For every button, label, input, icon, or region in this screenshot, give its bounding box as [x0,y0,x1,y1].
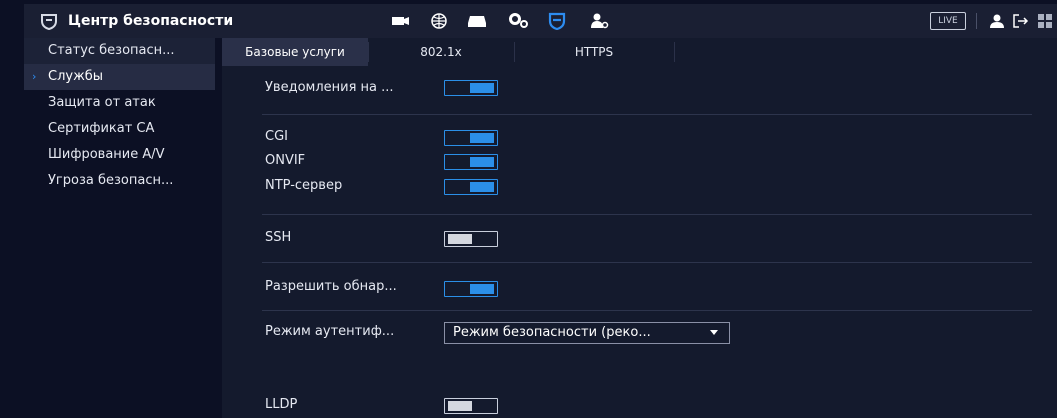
camera-icon[interactable] [390,12,412,30]
sidebar-item-label: Защита от атак [48,95,156,110]
cgi-label: CGI [265,129,288,144]
divider [976,13,977,29]
sidebar-item-label: Угроза безопасн... [48,173,174,188]
auth-mode-value: Режим безопасности (реко... [453,325,651,340]
lldp-label: LLDP [265,397,298,412]
chevron-down-icon [707,327,721,339]
chevron-right-icon: › [32,70,37,83]
lldp-toggle[interactable] [444,398,498,414]
onvif-label: ONVIF [265,153,306,168]
sidebar: Статус безопасн... › Службы Защита от ат… [24,38,215,418]
tab-bar: Базовые услуги 802.1x HTTPS [222,38,1057,66]
onvif-toggle[interactable] [444,154,498,170]
tab-https[interactable]: HTTPS [514,38,674,66]
sidebar-item-attack-protection[interactable]: Защита от атак [24,90,215,116]
account-icon[interactable] [588,12,610,30]
grid-icon[interactable] [1034,12,1056,30]
page-title: Центр безопасности [68,13,234,29]
notifications-label: Уведомления на ... [265,80,394,95]
auth-mode-label: Режим аутентиф... [265,324,395,339]
toggle-knob [470,157,494,167]
basic-services-form: Уведомления на ... CGI ONVIF NTP-сервер … [222,66,1057,418]
title-area: Центр безопасности [40,4,233,38]
tab-divider [674,42,675,62]
top-bar: Центр безопасности LIVE [24,4,1057,38]
sidebar-item-av-encryption[interactable]: Шифрование A/V [24,142,215,168]
sidebar-item-services[interactable]: › Службы [24,64,215,90]
cgi-toggle[interactable] [444,130,498,146]
sidebar-item-ca-certificate[interactable]: Сертификат CA [24,116,215,142]
sidebar-item-label: Шифрование A/V [48,147,165,162]
security-center-window: Центр безопасности LIVE Статус безопасн.… [0,0,1057,418]
discovery-label: Разрешить обнар... [265,279,397,294]
ntp-server-toggle[interactable] [444,179,498,195]
toggle-knob [470,83,494,93]
user-icon[interactable] [986,12,1008,30]
toggle-knob [448,401,472,411]
tab-8021x[interactable]: 802.1x [368,38,514,66]
sidebar-item-label: Службы [48,69,104,84]
toggle-knob [448,234,472,244]
tab-basic-services[interactable]: Базовые услуги [222,38,368,66]
logout-icon[interactable] [1010,12,1032,30]
section-divider [262,262,1032,263]
toggle-knob [470,133,494,143]
section-divider [262,214,1032,215]
ssh-label: SSH [265,230,292,245]
content-panel: Базовые услуги 802.1x HTTPS Уведомления … [222,38,1057,418]
toggle-knob [470,284,494,294]
auth-mode-select[interactable]: Режим безопасности (реко... [444,322,730,344]
toggle-knob [470,182,494,192]
section-divider [262,114,1032,115]
ssh-toggle[interactable] [444,231,498,247]
sidebar-item-security-threat[interactable]: Угроза безопасн... [24,168,215,194]
live-view-button[interactable]: LIVE [930,12,966,30]
ntp-server-label: NTP-сервер [265,178,343,193]
sidebar-item-label: Статус безопасн... [48,43,175,58]
section-divider [262,310,1032,311]
notifications-toggle[interactable] [444,80,498,96]
security-shield-icon[interactable] [546,12,568,30]
storage-icon[interactable] [466,12,488,30]
network-icon[interactable] [428,12,450,30]
system-settings-icon[interactable] [508,12,530,30]
sidebar-item-security-status[interactable]: Статус безопасн... [24,38,215,64]
shield-icon [40,12,58,31]
discovery-toggle[interactable] [444,281,498,297]
sidebar-item-label: Сертификат CA [48,121,155,136]
